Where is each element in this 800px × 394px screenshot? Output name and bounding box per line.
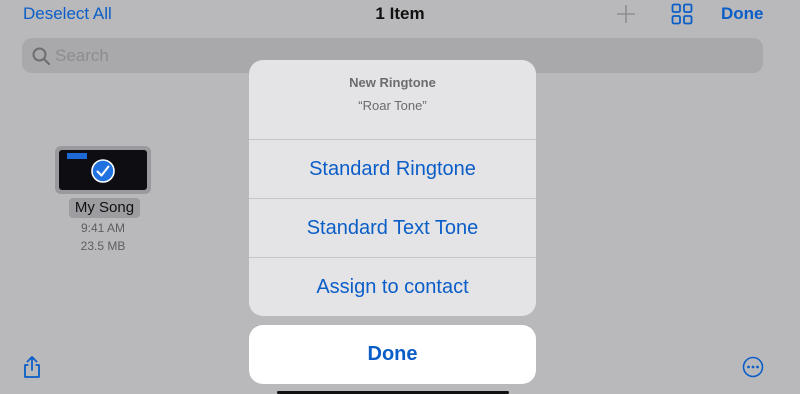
assign-to-contact-button[interactable]: Assign to contact — [249, 257, 536, 316]
thumbnail-preview — [59, 150, 147, 190]
selected-checkmark-icon — [91, 159, 115, 183]
file-item[interactable]: My Song 9:41 AM 23.5 MB — [55, 146, 151, 256]
share-icon[interactable] — [22, 355, 42, 379]
thumbnail-tag — [67, 153, 87, 159]
navigation-bar: Deselect All 1 Item Done — [0, 0, 800, 30]
more-icon[interactable] — [742, 356, 764, 378]
action-sheet-title: New Ringtone — [349, 75, 436, 90]
grid-view-icon[interactable] — [671, 3, 693, 25]
plus-icon[interactable] — [614, 2, 638, 26]
standard-text-tone-button[interactable]: Standard Text Tone — [249, 198, 536, 257]
file-time: 9:41 AM — [80, 221, 126, 235]
standard-ringtone-button[interactable]: Standard Ringtone — [249, 139, 536, 198]
action-sheet-header: New Ringtone “Roar Tone” — [249, 60, 536, 140]
search-placeholder: Search — [55, 46, 109, 65]
action-sheet-subtitle: “Roar Tone” — [358, 98, 427, 113]
action-sheet-done-button[interactable]: Done — [249, 325, 536, 384]
search-icon — [32, 47, 51, 66]
action-sheet: New Ringtone “Roar Tone” Standard Ringto… — [249, 60, 536, 316]
file-size: 23.5 MB — [80, 239, 126, 253]
file-name: My Song — [69, 198, 140, 218]
done-button[interactable]: Done — [721, 4, 764, 24]
file-thumbnail[interactable] — [55, 146, 151, 194]
